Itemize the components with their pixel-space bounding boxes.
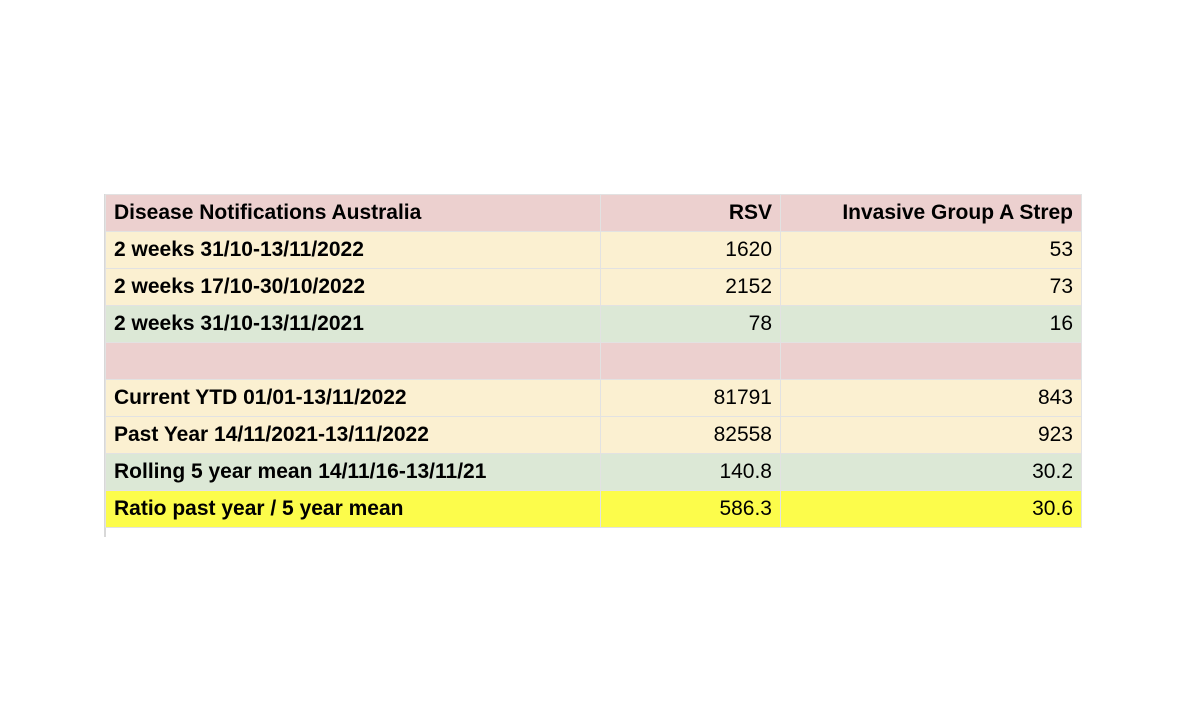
header-cell-igas[interactable]: Invasive Group A Strep — [780, 194, 1082, 232]
rsv-value-cell[interactable]: 140.8 — [600, 453, 781, 491]
row-label-cell[interactable]: 2 weeks 31/10-13/11/2022 — [105, 231, 601, 269]
table-row: Rolling 5 year mean 14/11/16-13/11/21 14… — [105, 453, 1082, 491]
row-label-cell[interactable]: 2 weeks 17/10-30/10/2022 — [105, 268, 601, 306]
igas-value-cell[interactable]: 73 — [780, 268, 1082, 306]
table-row: 2 weeks 31/10-13/11/2022 1620 53 — [105, 231, 1082, 269]
row-label-cell[interactable]: Rolling 5 year mean 14/11/16-13/11/21 — [105, 453, 601, 491]
row-label-cell[interactable] — [105, 342, 601, 380]
ratio-row: Ratio past year / 5 year mean 586.3 30.6 — [105, 490, 1082, 528]
igas-value-cell[interactable]: 923 — [780, 416, 1082, 454]
rsv-value-cell[interactable]: 81791 — [600, 379, 781, 417]
igas-value-cell[interactable]: 16 — [780, 305, 1082, 343]
igas-value-cell[interactable]: 843 — [780, 379, 1082, 417]
row-label-cell[interactable]: Past Year 14/11/2021-13/11/2022 — [105, 416, 601, 454]
igas-value-cell[interactable] — [780, 342, 1082, 380]
header-cell-disease[interactable]: Disease Notifications Australia — [105, 194, 601, 232]
table-row: Current YTD 01/01-13/11/2022 81791 843 — [105, 379, 1082, 417]
row-label-cell[interactable]: 2 weeks 31/10-13/11/2021 — [105, 305, 601, 343]
rsv-value-cell[interactable] — [600, 342, 781, 380]
table-row: 2 weeks 31/10-13/11/2021 78 16 — [105, 305, 1082, 343]
disease-notifications-table: Disease Notifications Australia RSV Inva… — [105, 194, 1082, 528]
rsv-value-cell[interactable]: 586.3 — [600, 490, 781, 528]
rsv-value-cell[interactable]: 78 — [600, 305, 781, 343]
rsv-value-cell[interactable]: 1620 — [600, 231, 781, 269]
spacer-row — [105, 342, 1082, 380]
header-row: Disease Notifications Australia RSV Inva… — [105, 194, 1082, 232]
igas-value-cell[interactable]: 30.2 — [780, 453, 1082, 491]
row-label-cell[interactable]: Current YTD 01/01-13/11/2022 — [105, 379, 601, 417]
rsv-value-cell[interactable]: 2152 — [600, 268, 781, 306]
table-row: 2 weeks 17/10-30/10/2022 2152 73 — [105, 268, 1082, 306]
header-cell-rsv[interactable]: RSV — [600, 194, 781, 232]
igas-value-cell[interactable]: 53 — [780, 231, 1082, 269]
rsv-value-cell[interactable]: 82558 — [600, 416, 781, 454]
row-label-cell[interactable]: Ratio past year / 5 year mean — [105, 490, 601, 528]
igas-value-cell[interactable]: 30.6 — [780, 490, 1082, 528]
table-row: Past Year 14/11/2021-13/11/2022 82558 92… — [105, 416, 1082, 454]
